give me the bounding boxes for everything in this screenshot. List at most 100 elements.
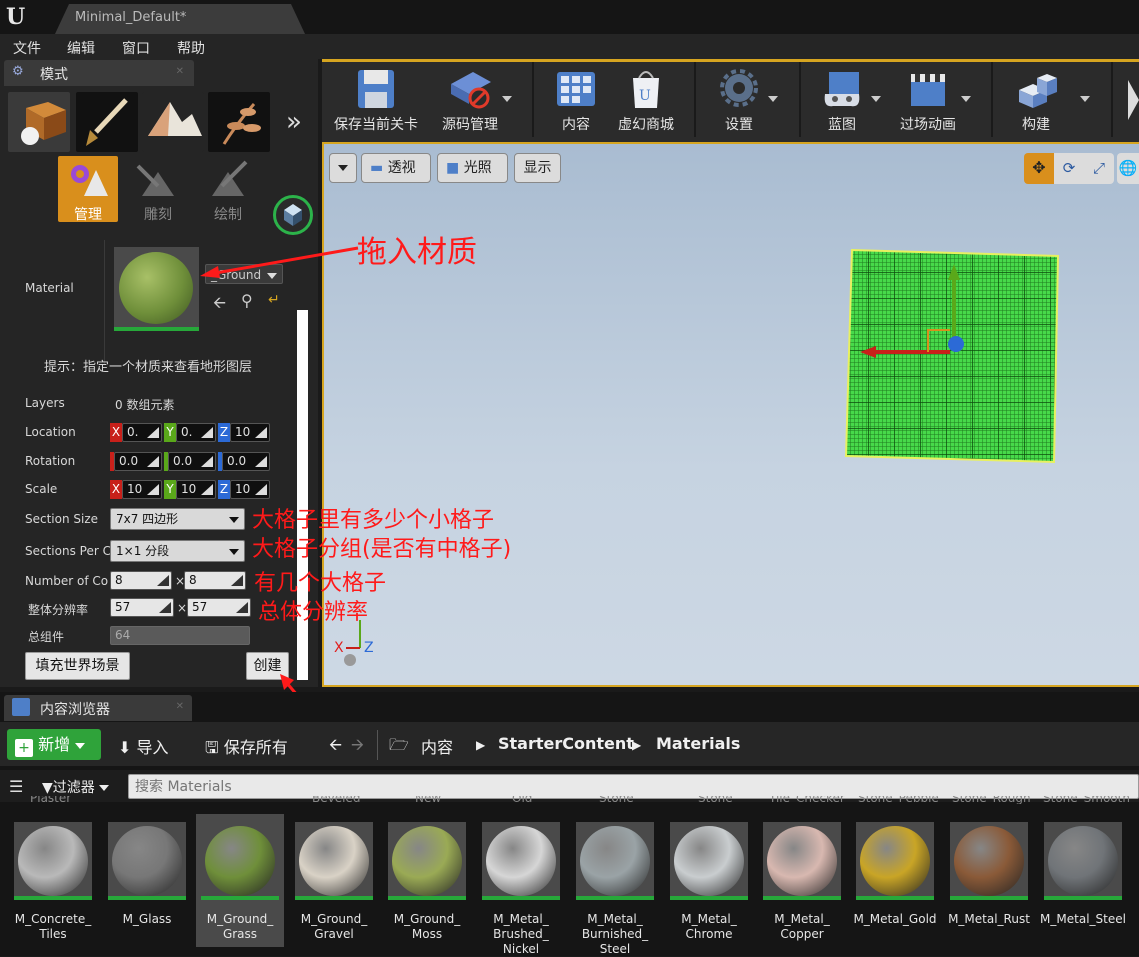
location-y-field[interactable]: 0. bbox=[176, 423, 216, 442]
cinematics-dropdown-icon[interactable] bbox=[961, 96, 971, 102]
asset-tile[interactable]: M_Glass bbox=[103, 814, 191, 927]
toolbar-content-label: 内容 bbox=[562, 117, 590, 133]
sections-per-dropdown[interactable]: 1×1 分段 bbox=[110, 540, 245, 562]
import-button[interactable]: ⬇ 导入 bbox=[118, 734, 169, 758]
submode-sculpt[interactable]: 雕刻 bbox=[128, 156, 188, 223]
svg-text:U: U bbox=[639, 88, 651, 104]
toolbar-settings-button[interactable]: 设置 bbox=[710, 64, 768, 140]
toolbar-blueprint-button[interactable]: 蓝图 bbox=[812, 64, 872, 140]
submode-paint[interactable]: 绘制 bbox=[198, 156, 258, 223]
toolbar-save-button[interactable]: 保存当前关卡 bbox=[330, 64, 422, 140]
toolbar-cinematics-button[interactable]: 过场动画 bbox=[892, 64, 964, 140]
top-row-label: Tile_Checker bbox=[769, 796, 845, 804]
chevron-down-icon bbox=[99, 785, 110, 791]
toolbar-marketplace-button[interactable]: U 虚幻商城 bbox=[612, 64, 680, 140]
asset-tile[interactable]: M_Metal_ Chrome bbox=[665, 814, 753, 942]
modes-tab[interactable]: ⚙ 模式 ✕ bbox=[4, 60, 194, 86]
filters-button[interactable]: ▼过滤器 bbox=[42, 777, 110, 797]
asset-name: M_Concrete_ Tiles bbox=[14, 912, 92, 941]
place-mode-icon[interactable] bbox=[8, 92, 70, 152]
submode-manage[interactable]: 管理 bbox=[58, 156, 118, 223]
landscape-mode-icon[interactable] bbox=[142, 92, 204, 152]
toolbar-content-button[interactable]: 内容 bbox=[545, 64, 607, 140]
breadcrumb-chevron-icon[interactable]: ▶ bbox=[632, 738, 641, 752]
top-row-label: New bbox=[415, 796, 442, 804]
show-button[interactable]: 显示 bbox=[514, 153, 561, 183]
toolbar-build-button[interactable]: 构建 bbox=[1008, 64, 1064, 140]
lit-button[interactable]: ■ 光照 bbox=[437, 153, 508, 183]
breadcrumb-startercontent[interactable]: StarterContent bbox=[498, 734, 634, 753]
location-label: Location bbox=[25, 425, 76, 439]
asset-name: M_Metal_ Burnished_ Steel bbox=[581, 912, 649, 956]
asset-tile[interactable]: M_Metal_Steel bbox=[1039, 814, 1127, 927]
num-components-y-field[interactable]: 8 bbox=[184, 571, 246, 590]
more-modes-icon[interactable]: » bbox=[286, 107, 302, 137]
asset-tile[interactable]: M_Metal_ Copper bbox=[758, 814, 846, 942]
breadcrumb-chevron-icon[interactable]: ▶ bbox=[476, 738, 485, 752]
content-browser-tab[interactable]: 内容浏览器 ✕ bbox=[4, 695, 192, 721]
fill-world-button[interactable]: 填充世界场景 bbox=[25, 652, 130, 680]
toolbar-source-control-button[interactable]: 源码管理 bbox=[430, 64, 510, 140]
rotation-x-field[interactable]: 0.0 bbox=[114, 452, 162, 471]
asset-name: M_Metal_Steel bbox=[1040, 912, 1126, 926]
blueprint-dropdown-icon[interactable] bbox=[871, 96, 881, 102]
paint-mode-icon[interactable] bbox=[76, 92, 138, 152]
scale-y-field[interactable]: 10 bbox=[176, 480, 216, 499]
section-size-label: Section Size bbox=[25, 512, 99, 526]
resolution-x-field[interactable]: 57 bbox=[110, 598, 174, 617]
breadcrumb-materials[interactable]: Materials bbox=[656, 734, 740, 753]
menu-edit[interactable]: 编辑 bbox=[67, 38, 95, 58]
asset-tile[interactable]: M_Concrete_ Tiles bbox=[9, 814, 97, 942]
foliage-mode-icon[interactable] bbox=[208, 92, 270, 152]
world-space-icon[interactable]: 🌐 bbox=[1117, 153, 1139, 184]
menu-file[interactable]: 文件 bbox=[13, 38, 41, 58]
source-control-dropdown-icon[interactable] bbox=[502, 96, 512, 102]
chevron-down-icon bbox=[75, 742, 86, 749]
landscape-grid[interactable] bbox=[842, 246, 1060, 464]
rotate-tool-icon[interactable]: ⟳ bbox=[1054, 153, 1084, 184]
close-tab-icon[interactable]: ✕ bbox=[176, 701, 184, 712]
resolution-label: 整体分辨率 bbox=[28, 603, 89, 617]
asset-tile[interactable]: M_Ground_ Grass bbox=[196, 814, 284, 947]
close-tab-icon[interactable]: ✕ bbox=[176, 66, 184, 77]
asset-tile[interactable]: M_Metal_Rust bbox=[945, 814, 1033, 927]
landscape-view-icon[interactable] bbox=[273, 195, 313, 235]
asset-thumbnail bbox=[670, 822, 748, 900]
scale-x-field[interactable]: 10 bbox=[122, 480, 162, 499]
rotation-z-field[interactable]: 0.0 bbox=[222, 452, 270, 471]
level-document-tab[interactable]: Minimal_Default* bbox=[55, 4, 305, 34]
browse-search-icon[interactable]: ⚲ bbox=[241, 291, 253, 310]
asset-tile[interactable]: M_Metal_ Burnished_ Steel bbox=[571, 814, 659, 957]
scale-y-axis: Y bbox=[164, 480, 176, 499]
save-all-button[interactable]: 🖫 保存所有 bbox=[205, 734, 288, 764]
add-new-button[interactable]: + 新增 bbox=[7, 729, 101, 760]
asset-tile[interactable]: M_Ground_ Gravel bbox=[290, 814, 378, 942]
history-back-icon[interactable]: 🡨 bbox=[329, 734, 342, 761]
menu-help[interactable]: 帮助 bbox=[177, 38, 205, 58]
location-x-field[interactable]: 0. bbox=[122, 423, 162, 442]
perspective-button[interactable]: ▬ 透视 bbox=[361, 153, 431, 183]
reset-default-icon[interactable]: ↵ bbox=[268, 292, 280, 308]
breadcrumb-content[interactable]: 内容 bbox=[421, 734, 453, 758]
section-size-dropdown[interactable]: 7x7 四边形 bbox=[110, 508, 245, 530]
menu-window[interactable]: 窗口 bbox=[122, 38, 150, 58]
use-selected-arrow-icon[interactable]: 🡨 bbox=[213, 292, 226, 319]
scale-z-field[interactable]: 10 bbox=[230, 480, 270, 499]
asset-tile[interactable]: M_Metal_Gold bbox=[851, 814, 939, 927]
settings-dropdown-icon[interactable] bbox=[768, 96, 778, 102]
toolbar-divider bbox=[377, 730, 378, 760]
translate-tool-icon[interactable]: ✥ bbox=[1024, 153, 1054, 184]
scale-tool-icon[interactable]: ⤢ bbox=[1084, 153, 1114, 184]
num-components-x-field[interactable]: 8 bbox=[110, 571, 172, 590]
resolution-y-field[interactable]: 57 bbox=[187, 598, 251, 617]
viewport-options-button[interactable] bbox=[329, 153, 357, 183]
sources-toggle-icon[interactable]: ☰ bbox=[9, 777, 23, 796]
build-dropdown-icon[interactable] bbox=[1080, 96, 1090, 102]
asset-tile[interactable]: M_Metal_ Brushed_ Nickel bbox=[477, 814, 565, 957]
material-thumbnail[interactable] bbox=[114, 247, 199, 331]
asset-tile[interactable]: M_Ground_ Moss bbox=[383, 814, 471, 942]
rotation-y-field[interactable]: 0.0 bbox=[168, 452, 216, 471]
unreal-logo-icon[interactable]: U bbox=[6, 4, 25, 30]
location-z-field[interactable]: 10 bbox=[230, 423, 270, 442]
history-forward-icon[interactable]: 🡪 bbox=[351, 734, 364, 761]
